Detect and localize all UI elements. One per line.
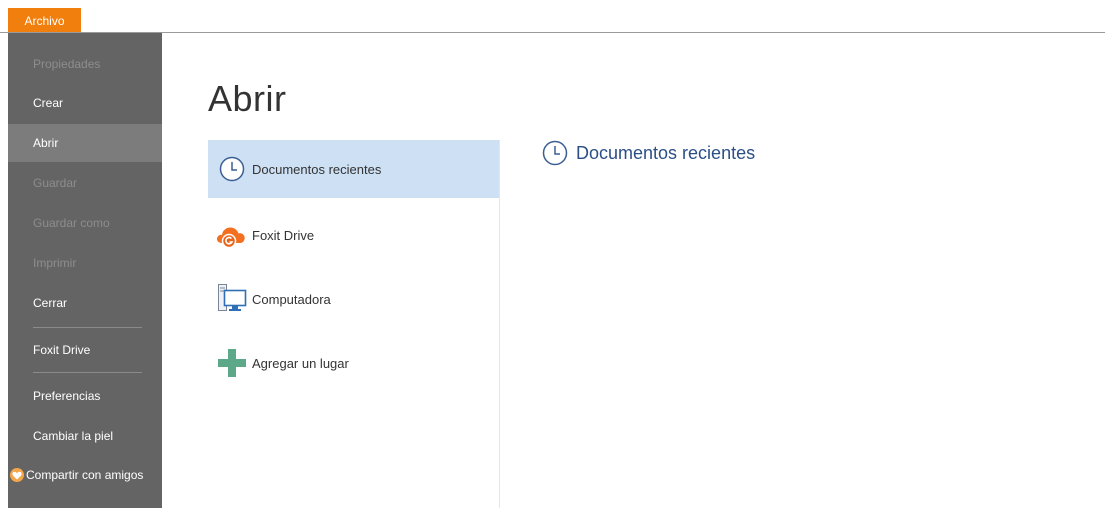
computer-icon — [214, 281, 250, 317]
sidebar-item-share-with-friends[interactable]: Compartir con amigos — [8, 456, 162, 494]
sidebar-item-label: Propiedades — [33, 57, 101, 71]
sidebar-item-foxit-drive[interactable]: Foxit Drive — [8, 331, 162, 369]
ribbon-topbar: Archivo — [0, 0, 1105, 33]
foxit-drive-cloud-icon — [214, 217, 250, 253]
place-add-location[interactable]: Agregar un lugar — [208, 334, 499, 392]
sidebar-item-label: Guardar como — [33, 216, 110, 230]
clock-icon — [540, 138, 570, 168]
place-computer[interactable]: Computadora — [208, 270, 499, 328]
sidebar-item-save-as[interactable]: Guardar como — [8, 204, 162, 242]
plus-icon — [214, 345, 250, 381]
sidebar-item-change-skin[interactable]: Cambiar la piel — [8, 417, 162, 455]
sidebar-item-label: Imprimir — [33, 256, 77, 270]
place-label: Foxit Drive — [252, 227, 315, 243]
sidebar-item-properties[interactable]: Propiedades — [8, 45, 162, 83]
sidebar-divider — [33, 372, 142, 373]
place-label: Computadora — [252, 291, 331, 307]
sidebar-item-close[interactable]: Cerrar — [8, 284, 162, 322]
file-tab-label: Archivo — [24, 13, 65, 28]
sidebar-item-label: Crear — [33, 96, 64, 110]
place-foxit-drive[interactable]: Foxit Drive — [208, 206, 499, 264]
sidebar-item-print[interactable]: Imprimir — [8, 244, 162, 282]
sidebar-item-label: Foxit Drive — [33, 343, 91, 357]
sidebar-item-create[interactable]: Crear — [8, 84, 162, 122]
sidebar-divider — [33, 327, 142, 328]
sidebar-item-save[interactable]: Guardar — [8, 164, 162, 202]
file-tab[interactable]: Archivo — [8, 8, 81, 33]
detail-heading-label: Documentos recientes — [576, 142, 756, 163]
backstage-sidebar: Propiedades Crear Abrir Guardar Guardar … — [8, 33, 162, 508]
sidebar-item-label: Guardar — [33, 176, 78, 190]
sidebar-item-preferences[interactable]: Preferencias — [8, 377, 162, 415]
sidebar-item-label: Compartir con amigos — [26, 468, 144, 482]
page-title: Abrir — [208, 78, 287, 119]
panel-divider — [499, 140, 500, 508]
sidebar-item-label: Preferencias — [33, 389, 101, 403]
sidebar-item-open[interactable]: Abrir — [8, 124, 162, 162]
sidebar-item-label: Cerrar — [33, 296, 68, 310]
place-label: Documentos recientes — [252, 161, 382, 177]
detail-heading: Documentos recientes — [540, 138, 755, 168]
topbar-divider — [0, 32, 1105, 33]
sidebar-item-label: Cambiar la piel — [33, 429, 114, 443]
clock-icon — [214, 151, 250, 187]
sidebar-item-label: Abrir — [33, 136, 59, 150]
place-recent-documents[interactable]: Documentos recientes — [208, 140, 499, 198]
open-places-list: Documentos recientes Foxit Drive Computa… — [208, 140, 499, 508]
heart-icon — [10, 468, 24, 482]
place-label: Agregar un lugar — [252, 355, 349, 371]
